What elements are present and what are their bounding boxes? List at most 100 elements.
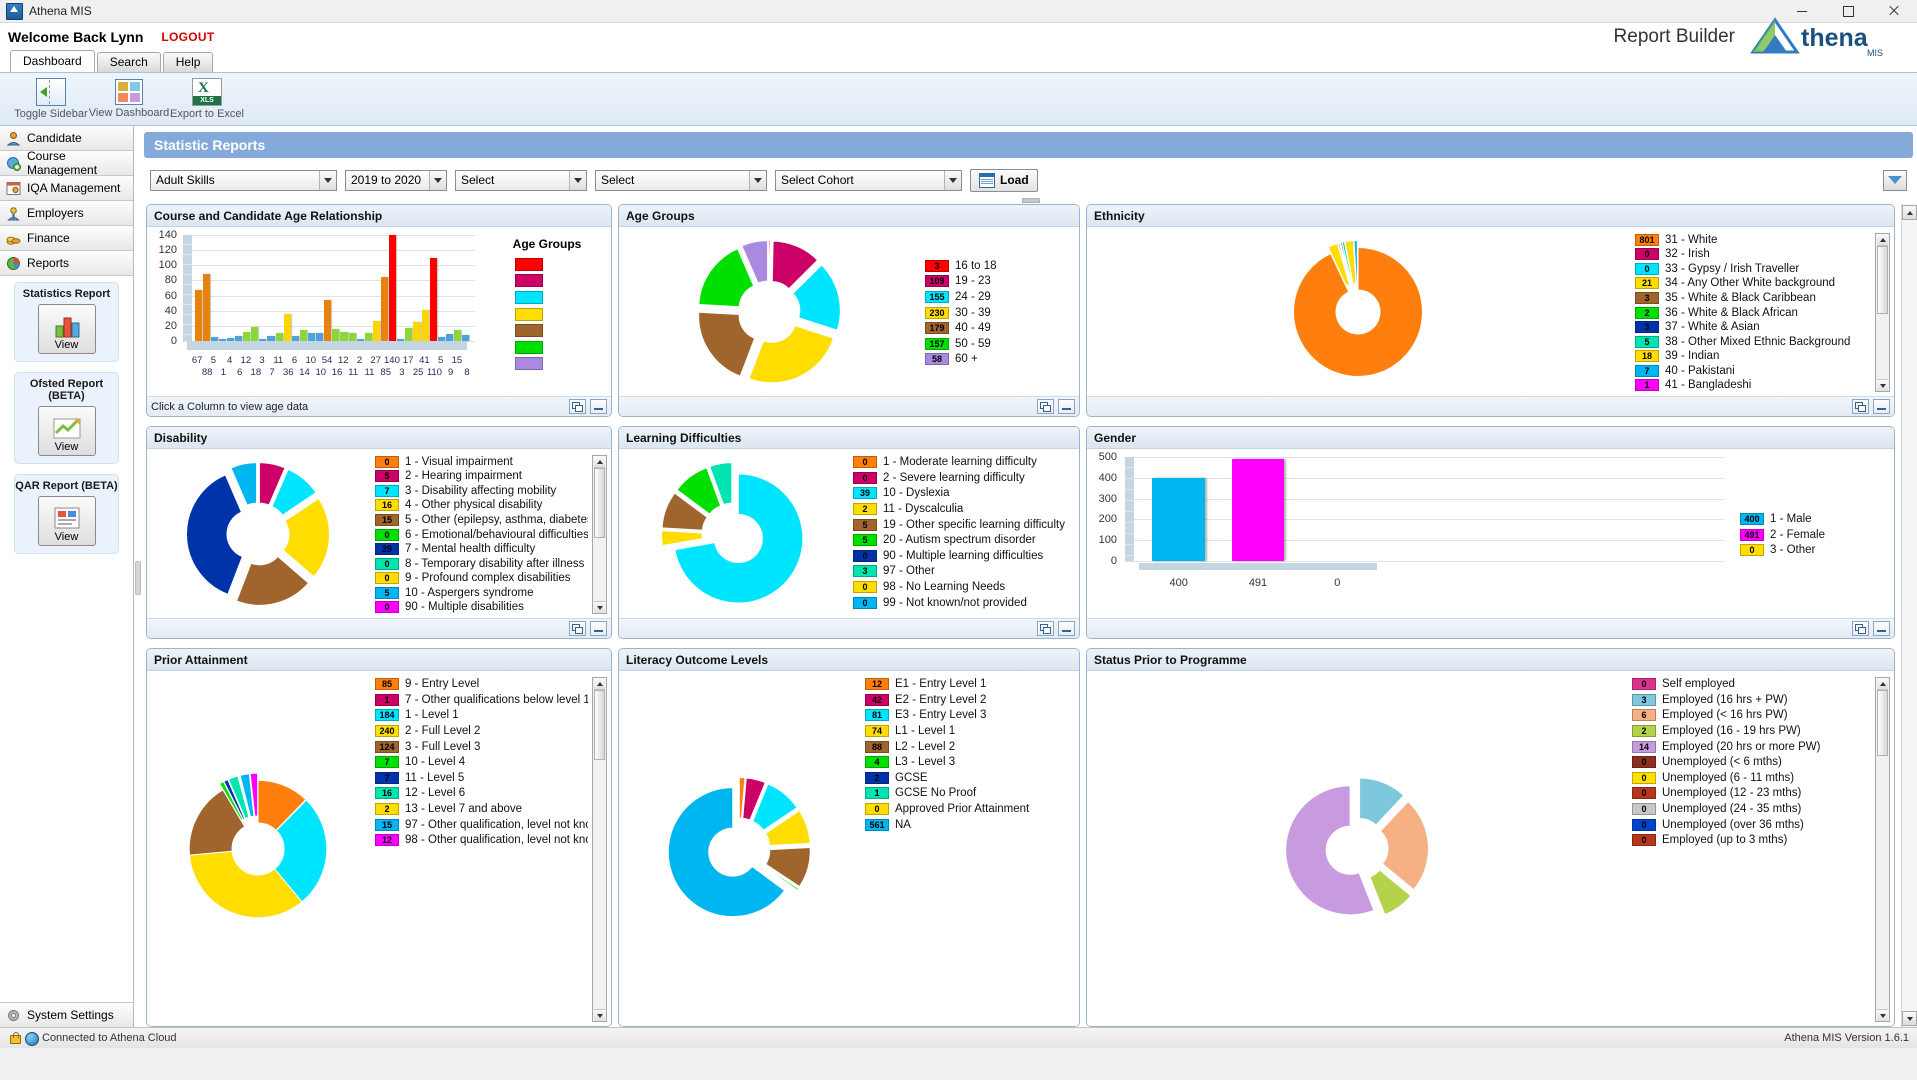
legend-item[interactable]: 5 38 - Other Mixed Ethnic Background [1635, 335, 1871, 349]
legend-item[interactable]: 1 7 - Other qualifications below level 1 [375, 693, 588, 708]
legend-item[interactable]: 124 3 - Full Level 3 [375, 739, 588, 754]
logout-link[interactable]: LOGOUT [161, 30, 214, 44]
legend-item[interactable]: 400 1 - Male [1740, 512, 1890, 527]
legend-item[interactable]: 12 E1 - Entry Level 1 [865, 677, 1075, 692]
scroll-up-button[interactable] [594, 456, 605, 468]
minimize-panel-icon[interactable] [1058, 621, 1075, 636]
view-ofsted-report-button[interactable]: View [37, 406, 96, 456]
legend-item[interactable]: 157 50 - 59 [925, 336, 1075, 351]
legend-item[interactable]: 12 98 - Other qualification, level not kn… [375, 833, 588, 848]
bar[interactable] [308, 333, 316, 341]
bar[interactable] [251, 327, 259, 341]
legend-item[interactable]: 801 31 - White [1635, 233, 1871, 247]
sidebar-item-finance[interactable]: Finance [0, 226, 133, 251]
legend-item[interactable]: 15 5 - Other (epilepsy, asthma, diabetes) [375, 513, 588, 527]
pie-slice[interactable] [768, 239, 771, 282]
view-qar-report-button[interactable]: View [37, 496, 96, 546]
bar[interactable] [445, 334, 453, 341]
gender-bar-chart[interactable]: 500 400 300 200 100 0 400 491 0 [1087, 449, 1734, 618]
tab-dashboard[interactable]: Dashboard [10, 50, 95, 72]
expand-icon[interactable] [1852, 621, 1869, 636]
bar[interactable] [381, 276, 389, 341]
literacy-pie-chart[interactable] [619, 671, 859, 1026]
bar[interactable] [372, 320, 381, 341]
legend-item[interactable]: 14 Employed (20 hrs or more PW) [1632, 739, 1871, 754]
age-groups-pie-chart[interactable] [619, 227, 919, 396]
scroll-up-button[interactable] [1902, 205, 1917, 220]
legend-item[interactable]: 5 2 - Hearing impairment [375, 470, 588, 484]
legend-item[interactable]: 85 9 - Entry Level [375, 677, 588, 692]
legend-item[interactable]: 240 2 - Full Level 2 [375, 724, 588, 739]
panel-resize-handle[interactable] [144, 196, 1917, 204]
bar[interactable] [1152, 477, 1205, 561]
bar[interactable] [389, 235, 397, 341]
pie-slice[interactable] [748, 324, 835, 383]
legend-item[interactable]: 179 40 - 49 [925, 321, 1075, 336]
legend-item[interactable]: 0 Unemployed (24 - 35 mths) [1632, 802, 1871, 817]
pie-slice[interactable] [698, 247, 755, 307]
legend-item[interactable]: 74 L1 - Level 1 [865, 724, 1075, 739]
disability-pie-chart[interactable] [147, 449, 369, 618]
scroll-down-button[interactable] [1902, 1011, 1917, 1026]
legend-item[interactable]: 0 90 - Multiple disabilities [375, 600, 588, 614]
legend-item[interactable]: 0 1 - Moderate learning difficulty [853, 455, 1075, 470]
legend-item[interactable]: 29 7 - Mental health difficulty [375, 542, 588, 556]
bar[interactable] [275, 332, 283, 341]
pie-slice[interactable] [698, 311, 756, 377]
tab-help[interactable]: Help [162, 52, 214, 72]
legend-item[interactable]: 491 2 - Female [1740, 527, 1890, 542]
bar[interactable] [1231, 458, 1285, 561]
pie-slice[interactable] [235, 555, 310, 606]
bar[interactable] [364, 332, 372, 341]
scroll-up-button[interactable] [1877, 678, 1888, 690]
pie-slice[interactable] [765, 846, 811, 887]
ethnicity-pie-chart[interactable] [1087, 227, 1629, 396]
legend-item[interactable]: 5 19 - Other specific learning difficulty [853, 517, 1075, 532]
bar[interactable] [332, 328, 340, 341]
pie-slice[interactable] [186, 473, 244, 595]
legend-item[interactable]: 3 Employed (16 hrs + PW) [1632, 693, 1871, 708]
legend-item[interactable]: 184 1 - Level 1 [375, 708, 588, 723]
legend-item[interactable]: 2 13 - Level 7 and above [375, 802, 588, 817]
bar[interactable] [340, 331, 348, 341]
bar[interactable] [316, 333, 324, 341]
sidebar-item-system-settings[interactable]: System Settings [0, 1002, 133, 1027]
ethnicity-legend-scrollbar[interactable] [1875, 233, 1890, 392]
dashboard-scrollbar[interactable] [1901, 204, 1917, 1027]
legend-item[interactable]: 7 11 - Level 5 [375, 771, 588, 786]
legend-item[interactable]: 3 16 to 18 [925, 258, 1075, 273]
legend-item[interactable]: 109 19 - 23 [925, 274, 1075, 289]
bar[interactable] [194, 290, 202, 341]
legend-item[interactable]: 2 GCSE [865, 771, 1075, 786]
legend-item[interactable]: 3 35 - White & Black Caribbean [1635, 291, 1871, 305]
legend-item[interactable]: 561 NA [865, 817, 1075, 832]
bar[interactable] [324, 300, 332, 341]
status-prior-pie-chart[interactable] [1087, 671, 1626, 1026]
legend-item[interactable]: 81 E3 - Entry Level 3 [865, 708, 1075, 723]
legend-item[interactable]: 88 L2 - Level 2 [865, 739, 1075, 754]
minimize-panel-icon[interactable] [590, 621, 607, 636]
legend-item[interactable]: 4 L3 - Level 3 [865, 755, 1075, 770]
legend-item[interactable]: 0 6 - Emotional/behavioural difficulties [375, 528, 588, 542]
legend-item[interactable]: 2 11 - Dyscalculia [853, 502, 1075, 517]
legend-item[interactable]: 0 Unemployed (< 6 mths) [1632, 755, 1871, 770]
disability-legend-scrollbar[interactable] [592, 455, 607, 614]
legend-item[interactable]: 0 8 - Temporary disability after illness [375, 557, 588, 571]
legend-item[interactable]: 6 Employed (< 16 hrs PW) [1632, 708, 1871, 723]
minimize-panel-icon[interactable] [1873, 399, 1890, 414]
filter-toggle-button[interactable] [1883, 169, 1907, 191]
legend-item[interactable]: 1 GCSE No Proof [865, 786, 1075, 801]
expand-icon[interactable] [1037, 399, 1054, 414]
sidebar-item-iqa-management[interactable]: IQA Management [0, 176, 133, 201]
legend-item[interactable]: 7 3 - Disability affecting mobility [375, 484, 588, 498]
legend-item[interactable]: 1 41 - Bangladeshi [1635, 378, 1871, 392]
legend-item[interactable]: 0 Employed (up to 3 mths) [1632, 833, 1871, 848]
legend-item[interactable]: 7 10 - Level 4 [375, 755, 588, 770]
scroll-up-button[interactable] [1877, 234, 1888, 246]
expand-icon[interactable] [1037, 621, 1054, 636]
legend-item[interactable]: 18 39 - Indian [1635, 349, 1871, 363]
legend-item[interactable]: 0 Unemployed (6 - 11 mths) [1632, 771, 1871, 786]
legend-item[interactable]: 230 30 - 39 [925, 305, 1075, 320]
bar[interactable] [454, 329, 462, 341]
sidebar-item-candidate[interactable]: Candidate [0, 126, 133, 151]
